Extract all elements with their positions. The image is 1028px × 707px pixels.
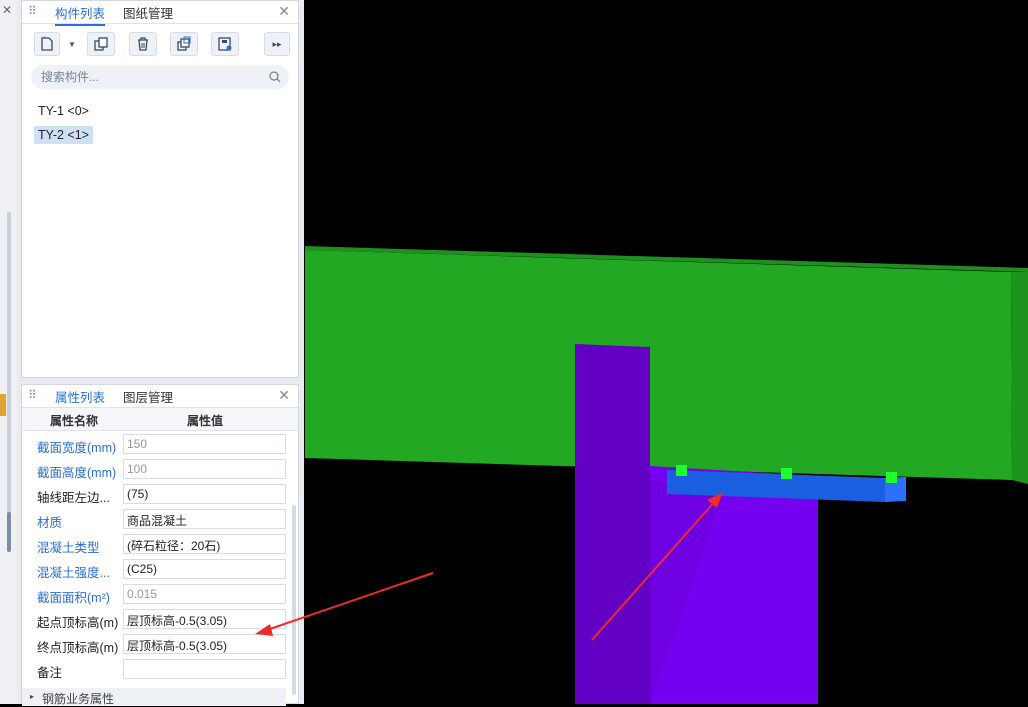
property-value-field[interactable]: 150 bbox=[123, 434, 286, 454]
property-row: 轴线距左边... (75) bbox=[22, 481, 298, 506]
property-name: 截面面积(m²) bbox=[37, 591, 110, 605]
beam-end-face bbox=[1011, 272, 1028, 484]
property-row: 混凝土类型 (碎石粒径：20石) bbox=[22, 531, 298, 556]
group-label: 钢筋业务属性 bbox=[42, 692, 115, 706]
component-item-ty2[interactable]: TY-2 <1> bbox=[34, 126, 93, 144]
column-header-name: 属性名称 bbox=[50, 414, 99, 428]
property-name: 截面宽度(mm) bbox=[37, 441, 117, 455]
component-item-ty1[interactable]: TY-1 <0> bbox=[34, 102, 93, 120]
delete-component-button[interactable] bbox=[129, 32, 157, 56]
property-value-field[interactable] bbox=[123, 659, 286, 679]
copy-component-button[interactable] bbox=[87, 32, 115, 56]
tab-layer-management[interactable]: 图层管理 bbox=[123, 387, 173, 406]
trash-icon bbox=[138, 37, 148, 51]
dock-scrollbar-thumb[interactable] bbox=[7, 512, 11, 552]
property-panel-tabbar: ⠿ 属性列表 图层管理 ✕ bbox=[22, 385, 298, 410]
property-name: 截面高度(mm) bbox=[37, 466, 117, 480]
save-settings-icon bbox=[218, 37, 232, 51]
close-icon[interactable]: ✕ bbox=[278, 3, 290, 20]
component-list-panel: ⠿ 构件列表 图纸管理 ✕ ▼ ▸▸ TY-1 <0> TY-2 <1> bbox=[21, 0, 299, 378]
layers-copy-icon bbox=[177, 36, 191, 51]
property-value-field[interactable]: (75) bbox=[123, 484, 286, 504]
property-name: 混凝土类型 bbox=[37, 541, 100, 555]
left-dock-strip: ✕ bbox=[0, 0, 18, 704]
expand-icon: ▸ bbox=[30, 692, 35, 701]
rebar-business-group[interactable]: ▸ 钢筋业务属性 bbox=[22, 688, 286, 706]
more-tools-button[interactable]: ▸▸ bbox=[264, 32, 290, 56]
property-name: 混凝土强度... bbox=[37, 566, 110, 580]
tab-drawing-management[interactable]: 图纸管理 bbox=[123, 3, 173, 22]
property-name: 终点顶标高(m) bbox=[37, 641, 119, 655]
new-component-button[interactable] bbox=[34, 32, 60, 56]
grip-point-start[interactable] bbox=[676, 465, 687, 476]
copy-to-floor-button[interactable] bbox=[170, 32, 198, 56]
drag-handle-icon[interactable]: ⠿ bbox=[28, 4, 37, 18]
property-name: 备注 bbox=[37, 666, 63, 680]
tab-property-list[interactable]: 属性列表 bbox=[55, 387, 106, 410]
component-toolbar: ▼ ▸▸ bbox=[22, 24, 298, 64]
property-value-field[interactable]: 100 bbox=[123, 459, 286, 479]
grip-point-mid[interactable] bbox=[781, 468, 792, 479]
grip-point-end[interactable] bbox=[886, 472, 897, 483]
chevron-down-icon[interactable]: ▼ bbox=[68, 40, 76, 49]
property-row: 截面宽度(mm) 150 bbox=[22, 431, 298, 456]
close-icon[interactable]: ✕ bbox=[278, 387, 290, 404]
drag-handle-icon[interactable]: ⠿ bbox=[28, 388, 37, 402]
property-row: 截面高度(mm) 100 bbox=[22, 456, 298, 481]
component-settings-button[interactable] bbox=[211, 32, 239, 56]
property-table-header: 属性名称 属性值 bbox=[22, 408, 298, 431]
new-file-icon bbox=[41, 36, 53, 51]
property-row: 材质 商品混凝土 bbox=[22, 506, 298, 531]
copy-icon bbox=[94, 37, 108, 51]
dock-tab-marker[interactable] bbox=[0, 394, 6, 416]
property-name: 材质 bbox=[37, 516, 63, 530]
property-name: 起点顶标高(m) bbox=[37, 616, 119, 630]
property-list-panel: ⠿ 属性列表 图层管理 ✕ 属性名称 属性值 截面宽度(mm) 150 截面高度(m… bbox=[21, 384, 299, 706]
search-icon[interactable] bbox=[268, 70, 282, 84]
beam-front-face bbox=[305, 250, 1012, 480]
tab-component-list[interactable]: 构件列表 bbox=[55, 3, 106, 26]
component-search-input[interactable] bbox=[31, 65, 289, 89]
column-left-face bbox=[575, 344, 650, 704]
property-row: 备注 bbox=[22, 656, 298, 681]
dock-scrollbar[interactable] bbox=[7, 212, 11, 552]
property-name: 轴线距左边... bbox=[37, 491, 110, 505]
annotation-arrow-property bbox=[255, 572, 434, 636]
component-panel-tabbar: ⠿ 构件列表 图纸管理 ✕ bbox=[22, 1, 298, 26]
close-icon[interactable]: ✕ bbox=[2, 3, 12, 17]
property-value-field[interactable]: 商品混凝土 bbox=[123, 509, 286, 529]
column-header-value: 属性值 bbox=[187, 414, 224, 428]
property-value-field[interactable]: (碎石粒径：20石) bbox=[123, 534, 286, 554]
double-chevron-right-icon: ▸▸ bbox=[272, 38, 282, 49]
